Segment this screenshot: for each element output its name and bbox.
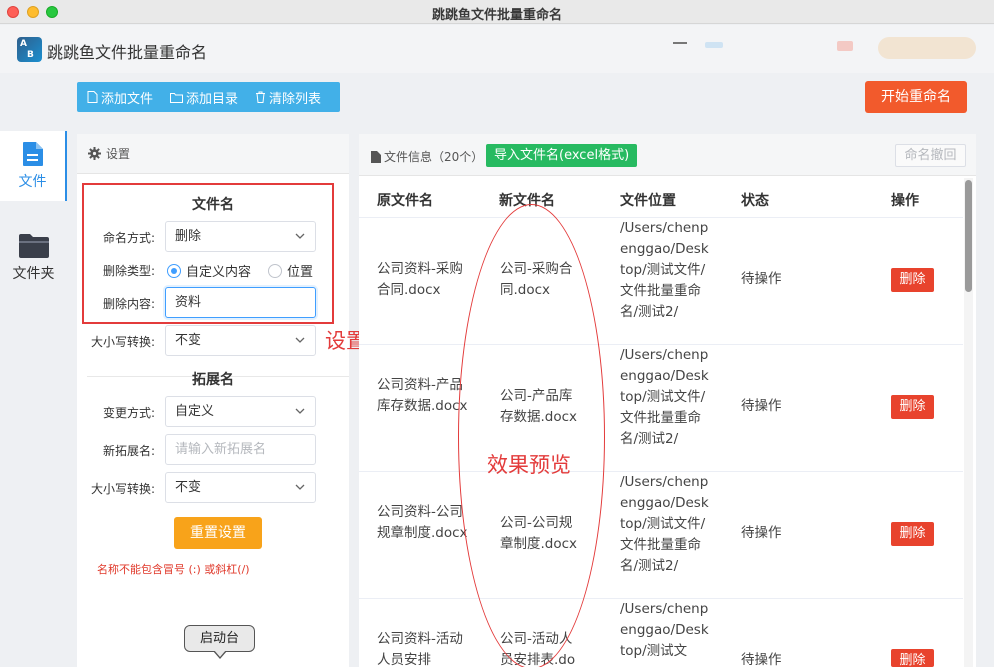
app-name: 跳跳鱼文件批量重命名 [47, 43, 208, 62]
file-icon [22, 142, 43, 166]
window-titlebar: 跳跳鱼文件批量重命名 [0, 0, 994, 24]
cell-location: /Users/chenpenggao/Desktop/测试文件/文件批量重命名/… [620, 220, 709, 320]
extension-case-value: 不变 [175, 480, 202, 495]
file-info-panel: 文件信息（20个） 导入文件名(excel格式) 命名撤回 原文件名 新文件名 … [359, 134, 976, 667]
new-extension-label: 新拓展名: [102, 444, 155, 458]
trash-icon [256, 91, 266, 103]
change-mode-label: 变更方式: [102, 406, 155, 420]
file-info-title-text: 文件信息（20个） [384, 150, 484, 164]
reset-settings-button[interactable]: 重置设置 [174, 517, 262, 549]
cell-status: 待操作 [741, 525, 782, 541]
delete-row-button[interactable]: 删除 [891, 522, 934, 546]
extension-section-title: 拓展名 [192, 372, 234, 388]
header-blurred-item [705, 42, 723, 48]
nav-item-file[interactable]: 文件 [0, 131, 67, 201]
import-excel-button[interactable]: 导入文件名(excel格式) [486, 144, 638, 167]
new-extension-input[interactable]: 请输入新拓展名 [165, 434, 316, 465]
window-title: 跳跳鱼文件批量重命名 [431, 8, 562, 23]
launchpad-tooltip: 启动台 [184, 625, 255, 652]
header-blurred-item [837, 41, 853, 51]
case-conversion-label: 大小写转换: [90, 335, 155, 349]
col-header-orig[interactable]: 原文件名 [377, 190, 433, 210]
extension-case-select[interactable]: 不变 [165, 472, 316, 503]
table-scrollbar[interactable] [964, 178, 973, 667]
nav-file-label: 文件 [18, 174, 47, 190]
header-blurred-item [673, 42, 687, 44]
scrollbar-thumb[interactable] [965, 180, 972, 292]
chevron-down-icon [295, 484, 305, 490]
file-info-header: 文件信息（20个） 导入文件名(excel格式) 命名撤回 [359, 134, 976, 176]
chevron-down-icon [295, 337, 305, 343]
add-file-button[interactable]: 添加文件 [87, 88, 153, 107]
toolbar: 添加文件 添加目录 清除列表 [77, 82, 340, 112]
cell-orig-name: 公司资料-活动人员安排 [377, 631, 463, 667]
start-rename-button[interactable]: 开始重命名 [865, 81, 967, 113]
preview-annotation: 效果预览 [487, 453, 571, 477]
file-info-title: 文件信息（20个） [371, 148, 483, 165]
delete-row-button[interactable]: 删除 [891, 395, 934, 419]
cell-location: /Users/chenpenggao/Desktop/测试文件/文件批量重命名/… [620, 347, 709, 447]
col-header-status[interactable]: 状态 [741, 190, 769, 210]
change-mode-value: 自定义 [175, 404, 215, 419]
extension-case-label: 大小写转换: [90, 482, 155, 496]
col-header-action[interactable]: 操作 [891, 190, 919, 210]
col-header-location[interactable]: 文件位置 [620, 190, 676, 210]
settings-title: 设置 [106, 147, 131, 161]
case-conversion-select[interactable]: 不变 [165, 325, 316, 356]
cell-location: /Users/chenpenggao/Desktop/测试文件/文件批量重命名/… [620, 474, 709, 574]
nav-folder-label: 文件夹 [12, 266, 55, 282]
preview-highlight-ellipse [458, 204, 605, 667]
cell-status: 待操作 [741, 271, 782, 287]
delete-row-button[interactable]: 删除 [891, 268, 934, 292]
change-mode-select[interactable]: 自定义 [165, 396, 316, 427]
settings-highlight-box [82, 183, 334, 324]
document-icon [371, 150, 381, 163]
cell-orig-name: 公司资料-采购合同.docx [377, 261, 463, 298]
undo-rename-button[interactable]: 命名撤回 [895, 144, 966, 167]
settings-header: 设置 [77, 134, 349, 174]
gear-icon [88, 147, 101, 160]
name-warning-text: 名称不能包含冒号 (:) 或斜杠(/) [97, 563, 250, 576]
nav-item-folder[interactable]: 文件夹 [0, 223, 67, 293]
clear-list-button[interactable]: 清除列表 [255, 88, 321, 107]
cell-orig-name: 公司资料-公司规章制度.docx [377, 504, 468, 541]
clear-list-label: 清除列表 [269, 91, 322, 107]
app-logo-icon: AB [17, 37, 42, 62]
tooltip-tail-fill [214, 650, 226, 657]
case-conversion-value: 不变 [175, 333, 202, 348]
chevron-down-icon [295, 408, 305, 414]
cell-orig-name: 公司资料-产品库存数据.docx [377, 377, 468, 414]
folder-icon [18, 234, 49, 258]
folder-outline-icon [170, 92, 184, 103]
add-file-label: 添加文件 [101, 91, 154, 107]
delete-row-button[interactable]: 删除 [891, 649, 934, 667]
add-directory-button[interactable]: 添加目录 [170, 88, 238, 107]
add-directory-label: 添加目录 [186, 91, 239, 107]
cell-location: /Users/chenpenggao/Desktop/测试文 [620, 601, 709, 659]
file-outline-icon [87, 91, 98, 103]
header-blurred-item [878, 37, 976, 59]
app-header: AB 跳跳鱼文件批量重命名 [0, 25, 994, 73]
left-nav: 文件 文件夹 [0, 73, 67, 667]
cell-status: 待操作 [741, 398, 782, 414]
cell-status: 待操作 [741, 652, 782, 667]
